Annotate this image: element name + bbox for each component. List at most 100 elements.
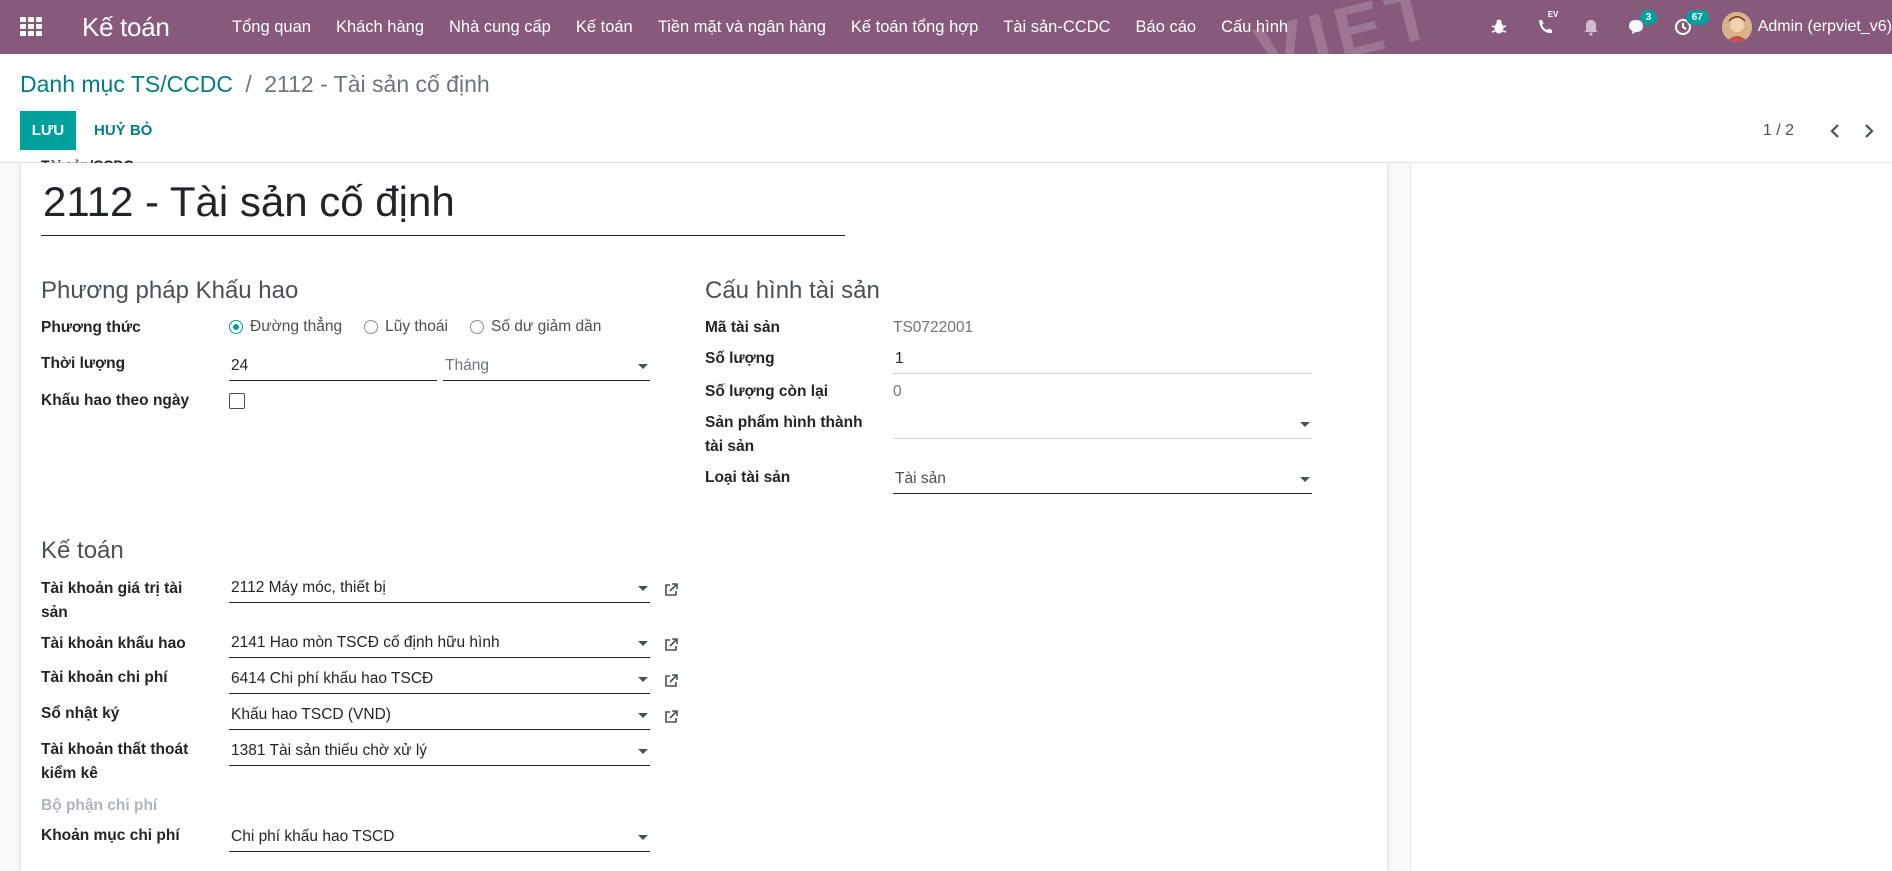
user-name: Admin (erpviet_v6) bbox=[1757, 18, 1892, 35]
menu-item-tong-quan[interactable]: Tổng quan bbox=[220, 18, 324, 37]
section-title-accounting: Kế toán bbox=[41, 537, 124, 564]
expense-account-value: 6414 Chi phí khấu hao TSCĐ bbox=[231, 670, 434, 687]
menu-item-bao-cao[interactable]: Báo cáo bbox=[1123, 18, 1209, 37]
radio-label: Lũy thoái bbox=[385, 318, 448, 335]
asset-name-input[interactable]: 2112 - Tài sản cố định bbox=[41, 176, 845, 236]
caret-down-icon bbox=[638, 749, 648, 754]
pager-previous-button[interactable] bbox=[1824, 120, 1846, 142]
duration-unit-value: Tháng bbox=[445, 357, 489, 374]
external-link-icon[interactable] bbox=[663, 673, 679, 689]
asset-code-label: Mã tài sản bbox=[705, 319, 780, 336]
caret-down-icon bbox=[638, 586, 648, 591]
bug-icon[interactable] bbox=[1488, 16, 1510, 38]
messages-badge: 3 bbox=[1639, 10, 1658, 25]
asset-code-value: TS0722001 bbox=[893, 319, 974, 336]
quantity-input[interactable]: 1 bbox=[893, 348, 1312, 374]
phone-icon[interactable]: EV bbox=[1534, 10, 1558, 38]
duration-unit-select[interactable]: Tháng bbox=[443, 355, 650, 381]
chevron-left-icon bbox=[1830, 124, 1839, 138]
menu-item-ke-toan-tong-hop[interactable]: Kế toán tổng hợp bbox=[838, 18, 990, 37]
radio-so-du-giam-dan[interactable]: Số dư giảm dần bbox=[470, 318, 601, 336]
journal-select[interactable]: Khấu hao TSCD (VND) bbox=[229, 704, 650, 730]
menu-item-tai-san-ccdc[interactable]: Tài sản-CCDC bbox=[991, 18, 1123, 37]
daily-depreciation-checkbox[interactable] bbox=[229, 393, 245, 409]
loss-account-value: 1381 Tài sản thiếu chờ xử lý bbox=[231, 742, 428, 759]
section-title-asset-config: Cấu hình tài sản bbox=[705, 277, 880, 304]
caret-down-icon bbox=[1300, 477, 1310, 482]
depreciation-account-label: Tài khoản khấu hao bbox=[41, 635, 186, 652]
discard-button[interactable]: HUỶ BỎ bbox=[86, 111, 160, 150]
quantity-label: Số lượng bbox=[705, 350, 775, 367]
radio-unchecked-icon bbox=[364, 320, 379, 334]
depreciation-account-value: 2141 Hao mòn TSCĐ cố định hữu hình bbox=[231, 634, 500, 651]
caret-down-icon bbox=[638, 713, 648, 718]
radio-luy-thoai[interactable]: Lũy thoái bbox=[364, 318, 448, 336]
menu-item-tien-mat-ngan-hang[interactable]: Tiền mặt và ngân hàng bbox=[645, 18, 838, 37]
expense-item-value: Chi phí khấu hao TSCD bbox=[231, 828, 395, 845]
caret-down-icon bbox=[638, 677, 648, 682]
menu-item-ke-toan[interactable]: Kế toán bbox=[563, 18, 645, 37]
main-menu: Tổng quan Khách hàng Nhà cung cấp Kế toá… bbox=[220, 18, 1301, 37]
systray: EV 3 67 Admin (erpviet_v6) bbox=[1476, 0, 1892, 54]
depreciation-account-select[interactable]: 2141 Hao mòn TSCĐ cố định hữu hình bbox=[229, 632, 650, 658]
asset-type-select[interactable]: Tài sản bbox=[893, 468, 1312, 494]
section-title-depreciation: Phương pháp Khấu hao bbox=[41, 277, 299, 304]
method-label: Phương thức bbox=[41, 319, 141, 336]
form-sheet bbox=[20, 163, 1388, 871]
expense-account-label: Tài khoản chi phí bbox=[41, 669, 168, 686]
expense-item-label: Khoản mục chi phí bbox=[41, 827, 180, 844]
duration-label: Thời lượng bbox=[41, 355, 126, 372]
phone-label: EV bbox=[1547, 10, 1559, 19]
value-account-value: 2112 Máy móc, thiết bị bbox=[231, 579, 386, 596]
caret-down-icon bbox=[638, 641, 648, 646]
external-link-icon[interactable] bbox=[663, 582, 679, 598]
duration-input[interactable]: 24 bbox=[229, 355, 437, 381]
pager-next-button[interactable] bbox=[1858, 120, 1880, 142]
radio-duong-thang[interactable]: Đường thẳng bbox=[229, 318, 342, 336]
radio-label: Đường thẳng bbox=[250, 318, 343, 335]
loss-account-label: Tài khoản thất thoát kiểm kê bbox=[41, 741, 189, 782]
breadcrumb-parent-link[interactable]: Danh mục TS/CCDC bbox=[20, 71, 233, 97]
external-link-icon[interactable] bbox=[663, 637, 679, 653]
activity-clock-icon[interactable]: 67 bbox=[1672, 10, 1709, 38]
asset-type-value: Tài sản bbox=[895, 470, 946, 487]
top-navbar: Kế toán Tổng quan Khách hàng Nhà cung cấ… bbox=[0, 0, 1892, 54]
cost-center-label: Bộ phận chi phí bbox=[41, 797, 158, 814]
remaining-quantity-label: Số lượng còn lại bbox=[705, 383, 829, 400]
expense-account-select[interactable]: 6414 Chi phí khấu hao TSCĐ bbox=[229, 668, 650, 694]
product-select[interactable] bbox=[893, 413, 1312, 439]
chatter-panel bbox=[1410, 163, 1892, 871]
pager: 1 / 2 bbox=[1763, 120, 1892, 142]
journal-value: Khấu hao TSCD (VND) bbox=[231, 706, 391, 723]
chevron-right-icon bbox=[1865, 124, 1874, 138]
menu-item-nha-cung-cap[interactable]: Nhà cung cấp bbox=[437, 18, 564, 37]
app-brand[interactable]: Kế toán bbox=[82, 12, 170, 43]
radio-checked-icon bbox=[229, 320, 243, 334]
menu-item-cau-hinh[interactable]: Cấu hình bbox=[1209, 18, 1301, 37]
breadcrumb-separator: / bbox=[245, 71, 252, 97]
caret-down-icon bbox=[638, 835, 648, 840]
messages-icon[interactable]: 3 bbox=[1626, 10, 1658, 38]
apps-menu-icon[interactable] bbox=[20, 17, 44, 37]
expense-item-select[interactable]: Chi phí khấu hao TSCD bbox=[229, 826, 650, 852]
daily-depreciation-label: Khấu hao theo ngày bbox=[41, 392, 190, 409]
bell-icon[interactable] bbox=[1580, 16, 1602, 38]
control-panel: Danh mục TS/CCDC / 2112 - Tài sản cố địn… bbox=[0, 54, 1892, 163]
radio-unchecked-icon bbox=[470, 320, 484, 334]
product-label: Sản phẩm hình thành tài sản bbox=[705, 414, 863, 455]
asset-type-label: Loại tài sản bbox=[705, 469, 791, 486]
value-account-label: Tài khoản giá trị tài sản bbox=[41, 580, 183, 621]
user-menu[interactable]: Admin (erpviet_v6) bbox=[1721, 12, 1892, 42]
external-link-icon[interactable] bbox=[663, 709, 679, 725]
breadcrumb-current: 2112 - Tài sản cố định bbox=[264, 71, 490, 97]
breadcrumb: Danh mục TS/CCDC / 2112 - Tài sản cố địn… bbox=[20, 71, 490, 98]
menu-item-khach-hang[interactable]: Khách hàng bbox=[323, 18, 436, 37]
pager-value[interactable]: 1 / 2 bbox=[1763, 122, 1794, 140]
save-button[interactable]: LƯU bbox=[20, 111, 76, 150]
avatar bbox=[1721, 12, 1752, 42]
caret-down-icon bbox=[638, 364, 648, 369]
caret-down-icon bbox=[1300, 422, 1310, 427]
name-field-label: Tài sản/CCDC bbox=[41, 151, 134, 163]
loss-account-select[interactable]: 1381 Tài sản thiếu chờ xử lý bbox=[229, 740, 650, 766]
value-account-select[interactable]: 2112 Máy móc, thiết bị bbox=[229, 577, 650, 603]
